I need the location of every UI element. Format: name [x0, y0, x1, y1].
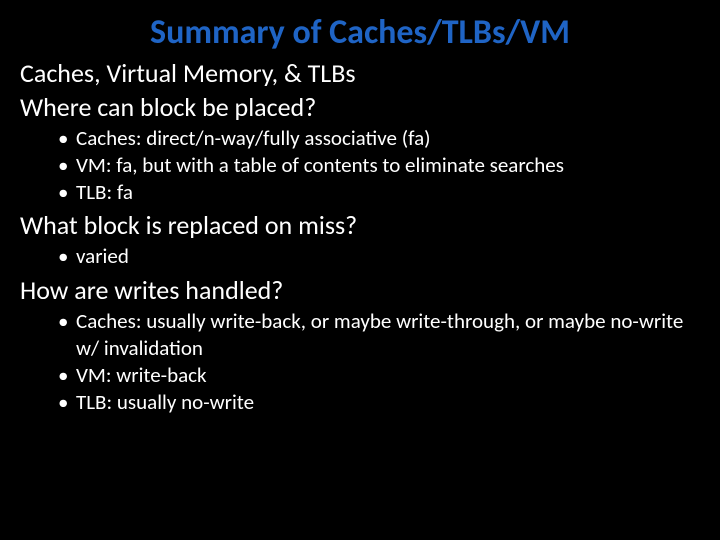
- list-item: VM: fa, but with a table of contents to …: [76, 152, 700, 179]
- section-heading-replacement: What block is replaced on miss?: [20, 211, 700, 241]
- section-heading-placement: Where can block be placed?: [20, 93, 700, 123]
- list-item: TLB: fa: [76, 179, 700, 206]
- list-item: Caches: usually write-back, or maybe wri…: [76, 308, 700, 362]
- slide: Summary of Caches/TLBs/VM Caches, Virtua…: [0, 0, 720, 540]
- slide-title: Summary of Caches/TLBs/VM: [20, 12, 700, 53]
- section-heading-topic: Caches, Virtual Memory, & TLBs: [20, 59, 700, 89]
- bullet-list-placement: Caches: direct/n-way/fully associative (…: [20, 125, 700, 206]
- list-item: Caches: direct/n-way/fully associative (…: [76, 125, 700, 152]
- section-heading-writes: How are writes handled?: [20, 276, 700, 306]
- bullet-list-writes: Caches: usually write-back, or maybe wri…: [20, 308, 700, 416]
- list-item: VM: write-back: [76, 362, 700, 389]
- list-item: TLB: usually no-write: [76, 389, 700, 416]
- bullet-list-replacement: varied: [20, 243, 700, 270]
- list-item: varied: [76, 243, 700, 270]
